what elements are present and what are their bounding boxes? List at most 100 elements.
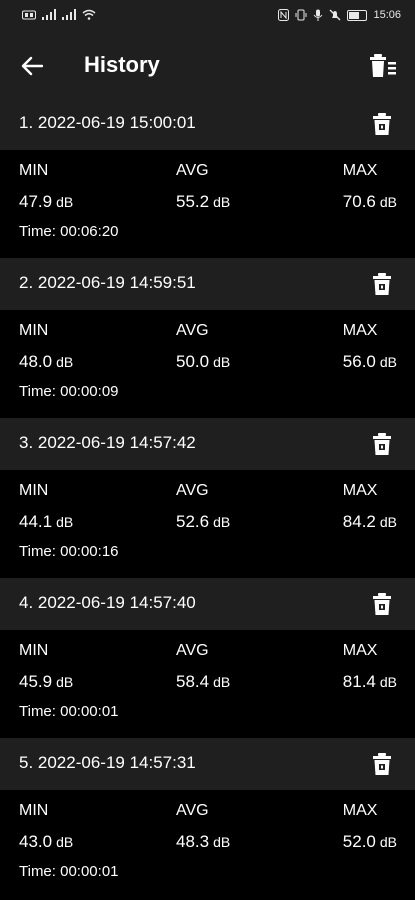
stat-avg: AVG 55.2 dB [176, 162, 230, 212]
max-label: MAX [342, 802, 378, 819]
avg-value: 52.6 dB [176, 512, 231, 531]
vibrate-icon [295, 9, 307, 21]
unit-label: dB [213, 834, 231, 850]
history-record: 1. 2022-06-19 15:00:01 MIN 47.9 dB AVG 55… [0, 98, 415, 258]
stat-min: MIN 48.0 dB [19, 322, 73, 372]
nfc-icon [278, 9, 290, 21]
stat-max: MAX 52.0 dB [343, 802, 397, 852]
trash-icon [373, 593, 391, 615]
unit-label: dB [56, 674, 74, 690]
avg-value: 58.4 dB [176, 672, 231, 691]
max-value: 81.4 dB [342, 672, 397, 691]
unit-label: dB [56, 514, 74, 530]
unit-label: dB [213, 194, 231, 210]
record-duration: Time: 00:06:20 [19, 223, 119, 240]
max-label: MAX [342, 482, 378, 499]
min-label: MIN [19, 482, 49, 499]
stat-min: MIN 47.9 dB [19, 162, 73, 212]
app-bar: History [0, 32, 415, 98]
min-value: 48.0 dB [19, 352, 74, 371]
delete-record-button[interactable] [369, 590, 395, 618]
sim-icon [22, 10, 36, 19]
trash-icon [373, 753, 391, 775]
delete-record-button[interactable] [369, 110, 395, 138]
record-title: 4. 2022-06-19 14:57:40 [19, 593, 196, 612]
record-title: 5. 2022-06-19 14:57:31 [19, 753, 196, 772]
record-header: 2. 2022-06-19 14:59:51 [0, 258, 415, 310]
record-duration: Time: 00:00:01 [19, 863, 119, 880]
delete-record-button[interactable] [369, 270, 395, 298]
wifi-icon [82, 9, 96, 20]
max-value: 52.0 dB [342, 832, 397, 851]
min-value: 44.1 dB [19, 512, 74, 531]
stat-max: MAX 70.6 dB [343, 162, 397, 212]
trash-icon [373, 433, 391, 455]
record-header: 3. 2022-06-19 14:57:42 [0, 418, 415, 470]
avg-label: AVG [176, 162, 209, 179]
min-value: 47.9 dB [19, 192, 74, 211]
unit-label: dB [56, 194, 74, 210]
unit-label: dB [56, 354, 74, 370]
unit-label: dB [379, 354, 397, 370]
unit-label: dB [379, 674, 397, 690]
stat-min: MIN 43.0 dB [19, 802, 73, 852]
record-title: 1. 2022-06-19 15:00:01 [19, 113, 196, 132]
max-value: 70.6 dB [342, 192, 397, 211]
stat-avg: AVG 58.4 dB [176, 642, 230, 692]
stat-avg: AVG 52.6 dB [176, 482, 230, 532]
record-stats: MIN 43.0 dB AVG 48.3 dB MAX 52.0 dB Time: 0… [0, 790, 415, 898]
min-label: MIN [19, 162, 49, 179]
page-title: History [84, 52, 160, 77]
avg-label: AVG [176, 802, 209, 819]
signal-icon [62, 9, 76, 20]
max-label: MAX [342, 642, 378, 659]
status-time: 15:06 [373, 9, 401, 21]
delete-record-button[interactable] [369, 750, 395, 778]
unit-label: dB [379, 194, 397, 210]
history-record: 3. 2022-06-19 14:57:42 MIN 44.1 dB AVG 52… [0, 418, 415, 578]
record-title: 3. 2022-06-19 14:57:42 [19, 433, 196, 452]
record-stats: MIN 48.0 dB AVG 50.0 dB MAX 56.0 dB Time: 0… [0, 310, 415, 418]
max-value: 56.0 dB [342, 352, 397, 371]
record-duration: Time: 00:00:09 [19, 383, 119, 400]
signal-icon [42, 9, 56, 20]
unit-label: dB [213, 354, 231, 370]
record-duration: Time: 00:00:01 [19, 703, 119, 720]
unit-label: dB [213, 674, 231, 690]
record-duration: Time: 00:00:16 [19, 543, 119, 560]
record-title: 2. 2022-06-19 14:59:51 [19, 273, 196, 292]
arrow-left-icon [21, 56, 43, 76]
clear-all-button[interactable] [365, 48, 401, 84]
unit-label: dB [213, 514, 231, 530]
avg-label: AVG [176, 482, 209, 499]
status-right-icons: 15:06 [278, 8, 401, 22]
max-label: MAX [342, 322, 378, 339]
record-header: 5. 2022-06-19 14:57:31 [0, 738, 415, 790]
delete-record-button[interactable] [369, 430, 395, 458]
avg-value: 55.2 dB [176, 192, 231, 211]
record-header: 4. 2022-06-19 14:57:40 [0, 578, 415, 630]
stat-min: MIN 45.9 dB [19, 642, 73, 692]
status-left-icons [22, 9, 96, 20]
record-stats: MIN 44.1 dB AVG 52.6 dB MAX 84.2 dB Time: 0… [0, 470, 415, 578]
record-stats: MIN 47.9 dB AVG 55.2 dB MAX 70.6 dB Time: 0… [0, 150, 415, 258]
history-record: 2. 2022-06-19 14:59:51 MIN 48.0 dB AVG 50… [0, 258, 415, 418]
history-list: 1. 2022-06-19 15:00:01 MIN 47.9 dB AVG 55… [0, 98, 415, 898]
max-value: 84.2 dB [342, 512, 397, 531]
min-label: MIN [19, 802, 49, 819]
trash-icon [373, 113, 391, 135]
history-record: 4. 2022-06-19 14:57:40 MIN 45.9 dB AVG 58… [0, 578, 415, 738]
status-bar: 15:06 [0, 0, 415, 32]
min-label: MIN [19, 642, 49, 659]
max-label: MAX [342, 162, 378, 179]
stat-max: MAX 84.2 dB [343, 482, 397, 532]
avg-label: AVG [176, 322, 209, 339]
record-stats: MIN 45.9 dB AVG 58.4 dB MAX 81.4 dB Time: 0… [0, 630, 415, 738]
unit-label: dB [379, 834, 397, 850]
battery-icon [347, 9, 368, 21]
mic-icon [314, 9, 323, 21]
min-value: 45.9 dB [19, 672, 74, 691]
delete-all-icon [370, 54, 396, 77]
back-button[interactable] [14, 48, 50, 84]
stat-avg: AVG 50.0 dB [176, 322, 230, 372]
